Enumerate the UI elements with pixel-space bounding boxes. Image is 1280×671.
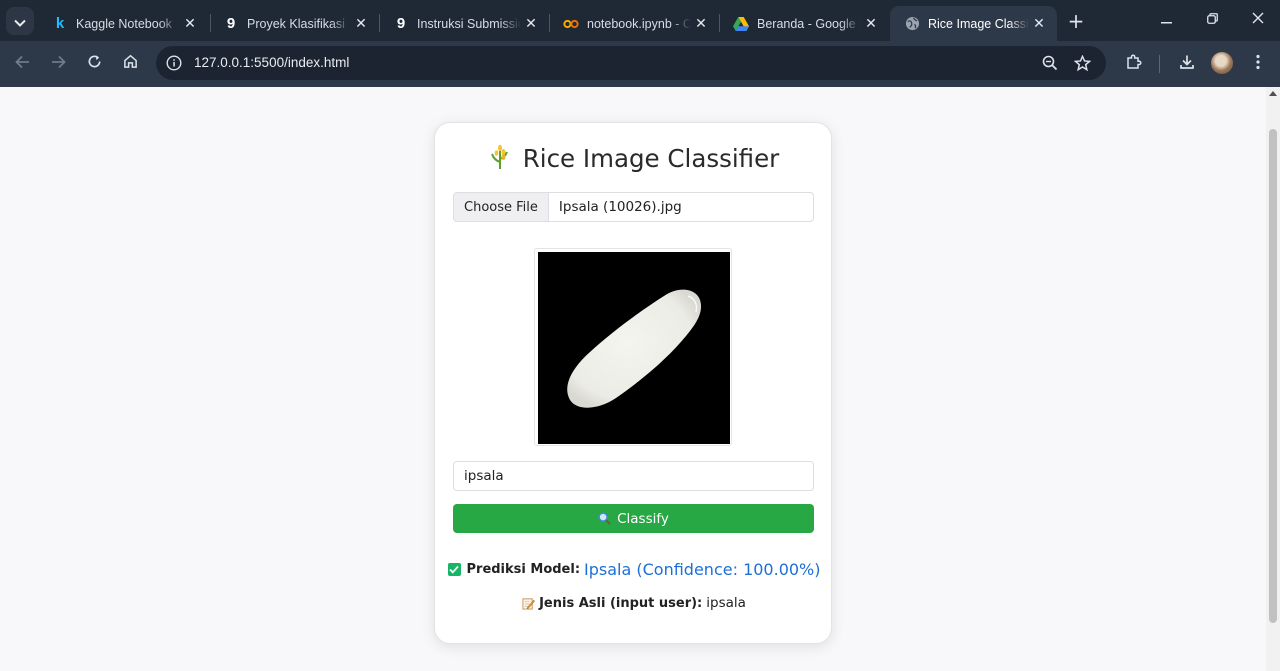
magnifier-icon (598, 512, 611, 525)
forward-button[interactable] (44, 50, 72, 78)
memo-icon (522, 597, 535, 610)
scrollbar-thumb[interactable] (1269, 129, 1277, 623)
reload-button[interactable] (80, 50, 108, 78)
rice-plant-icon (489, 142, 511, 174)
close-window-button[interactable] (1236, 6, 1280, 34)
tab-kaggle[interactable]: k Kaggle Notebook ✕ (38, 6, 208, 41)
kaggle-icon: k (55, 15, 65, 32)
scroll-up-arrow-icon[interactable] (1269, 91, 1277, 96)
zoom-icon[interactable] (1040, 53, 1060, 73)
home-icon (123, 54, 138, 74)
page-title: Rice Image Classifier (522, 143, 780, 173)
variety-input[interactable]: ipsala (453, 461, 814, 491)
dicoding-icon: 9 (396, 15, 406, 32)
close-tab-icon[interactable]: ✕ (521, 14, 541, 34)
tab-title: Beranda - Google Drive (757, 16, 861, 31)
page-scrollbar[interactable] (1266, 87, 1280, 671)
ground-truth-row: Jenis Asli (input user): ipsala (435, 593, 833, 613)
download-icon (1179, 54, 1195, 75)
prediction-label: Prediksi Model: (466, 561, 581, 577)
address-bar[interactable]: 127.0.0.1:5500/index.html (156, 46, 1106, 80)
title-row: Rice Image Classifier (435, 141, 833, 175)
bookmark-star-icon[interactable] (1072, 53, 1092, 73)
reload-icon (87, 54, 102, 74)
minimize-button[interactable] (1144, 6, 1188, 34)
tab-google-drive[interactable]: Beranda - Google Drive ✕ (719, 6, 889, 41)
globe-icon (904, 16, 920, 32)
close-tab-icon[interactable]: ✕ (351, 14, 371, 34)
image-preview (534, 248, 732, 446)
tab-proyek-klasifikasi[interactable]: 9 Proyek Klasifikasi ✕ (209, 6, 379, 41)
tab-colab-notebook[interactable]: notebook.ipynb - Colab ✕ (549, 6, 719, 41)
browser-tab-strip: k Kaggle Notebook ✕ 9 Proyek Klasifikasi… (0, 0, 1280, 41)
site-info-icon[interactable] (164, 53, 184, 73)
profile-avatar[interactable] (1211, 52, 1233, 74)
file-input[interactable]: Choose File Ipsala (10026).jpg (453, 192, 814, 222)
prediction-row: Prediksi Model: Ipsala (Confidence: 100.… (435, 558, 833, 580)
check-icon (447, 562, 461, 576)
minimize-icon (1160, 12, 1172, 28)
close-tab-icon[interactable]: ✕ (1029, 14, 1049, 34)
restore-button[interactable] (1190, 6, 1234, 34)
puzzle-icon (1126, 54, 1142, 75)
tab-title: Instruksi Submission (417, 16, 521, 31)
home-button[interactable] (116, 50, 144, 78)
choose-file-button[interactable]: Choose File (454, 193, 549, 221)
page-viewport: Rice Image Classifier Choose File Ipsala… (0, 87, 1266, 671)
ground-truth-label: Jenis Asli (input user): (539, 595, 703, 611)
arrow-left-icon (14, 54, 30, 74)
close-tab-icon[interactable]: ✕ (861, 14, 881, 34)
arrow-right-icon (51, 54, 66, 74)
classify-button-label: Classify (617, 510, 669, 527)
kebab-menu-icon (1256, 54, 1260, 75)
classify-button[interactable]: Classify (453, 504, 814, 533)
selected-file-name: Ipsala (10026).jpg (558, 199, 682, 215)
back-button[interactable] (8, 50, 36, 78)
browser-menu-button[interactable] (1244, 50, 1272, 78)
extensions-button[interactable] (1120, 50, 1148, 78)
chevron-down-icon (14, 12, 26, 31)
ground-truth-value: ipsala (706, 595, 746, 611)
tab-search-button[interactable] (6, 7, 34, 35)
prediction-value: Ipsala (Confidence: 100.00%) (584, 559, 821, 579)
restore-icon (1206, 12, 1218, 28)
rice-grain-image (538, 252, 730, 444)
classifier-card: Rice Image Classifier Choose File Ipsala… (434, 122, 832, 644)
close-tab-icon[interactable]: ✕ (180, 14, 200, 34)
tab-title: Kaggle Notebook (76, 16, 172, 31)
new-tab-button[interactable]: + (1064, 9, 1088, 33)
colab-icon (563, 16, 579, 32)
drive-icon (733, 16, 749, 32)
dicoding-icon: 9 (226, 15, 236, 32)
downloads-button[interactable] (1173, 50, 1201, 78)
url-text[interactable]: 127.0.0.1:5500/index.html (194, 55, 349, 70)
close-tab-icon[interactable]: ✕ (691, 14, 711, 34)
tab-rice-image-classifier[interactable]: Rice Image Classifier ✕ (890, 6, 1057, 41)
toolbar-divider (1159, 55, 1160, 73)
close-icon (1252, 12, 1264, 28)
tab-title: notebook.ipynb - Colab (587, 16, 691, 31)
tab-title: Rice Image Classifier (928, 16, 1029, 31)
tab-instruksi-submission[interactable]: 9 Instruksi Submission ✕ (379, 6, 549, 41)
tab-title: Proyek Klasifikasi (247, 16, 345, 31)
browser-toolbar: 127.0.0.1:5500/index.html (0, 41, 1280, 87)
